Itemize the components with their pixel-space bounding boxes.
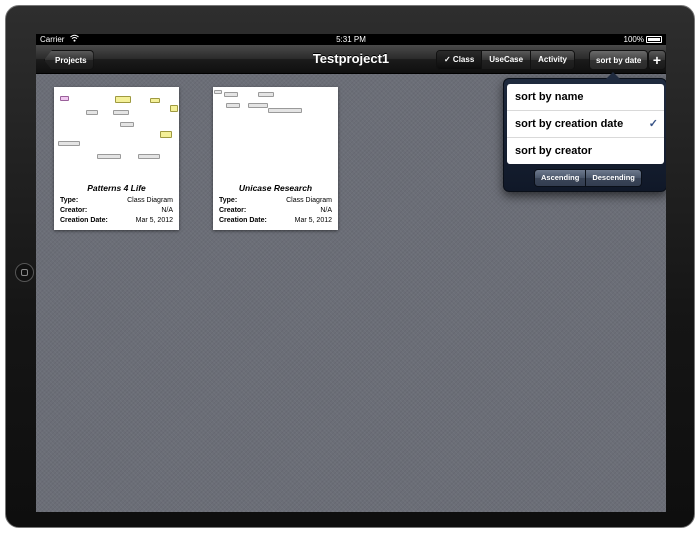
- ipad-frame: Carrier 5:31 PM 100% Projects Testprojec…: [5, 5, 695, 528]
- creator-row: Creator: N/A: [60, 207, 173, 214]
- home-button[interactable]: [15, 263, 34, 282]
- sort-order-control: Ascending Descending: [534, 169, 642, 187]
- filter-class[interactable]: ✓ Class: [437, 51, 483, 69]
- sort-button[interactable]: sort by date: [589, 50, 649, 70]
- descending-button[interactable]: Descending: [586, 170, 641, 186]
- sort-option-creation-date[interactable]: sort by creation date ✓: [507, 111, 664, 138]
- ascending-button[interactable]: Ascending: [535, 170, 587, 186]
- sort-option-name[interactable]: sort by name: [507, 84, 664, 111]
- status-time: 5:31 PM: [336, 35, 366, 44]
- creator-row: Creator: N/A: [219, 207, 332, 214]
- sort-popover: sort by name sort by creation date ✓ sor…: [503, 72, 666, 192]
- battery-icon: [646, 36, 662, 43]
- diagram-thumbnail: [213, 87, 338, 179]
- popover-arrow: [606, 72, 620, 79]
- filter-usecase[interactable]: UseCase: [482, 51, 532, 69]
- creation-date-row: Creation Date: Mar 5, 2012: [60, 217, 173, 224]
- project-name: Patterns 4 Life: [87, 183, 146, 193]
- add-project-button[interactable]: +: [648, 50, 666, 70]
- sort-option-creator[interactable]: sort by creator: [507, 138, 664, 164]
- checkmark-icon: ✓: [648, 118, 658, 130]
- diagram-type-filter: ✓ Class UseCase Activity: [436, 50, 575, 70]
- diagram-thumbnail: [54, 87, 179, 179]
- navigation-bar: Projects Testproject1 ✓ Class UseCase Ac…: [36, 45, 666, 74]
- type-row: Type: Class Diagram: [60, 197, 173, 204]
- status-bar: Carrier 5:31 PM 100%: [36, 34, 666, 45]
- project-card-unicase-research[interactable]: Unicase Research Type: Class Diagram Cre…: [213, 87, 338, 230]
- screen: Carrier 5:31 PM 100% Projects Testprojec…: [36, 34, 666, 512]
- project-card-patterns-4-life[interactable]: Patterns 4 Life Type: Class Diagram Crea…: [54, 87, 179, 230]
- project-name: Unicase Research: [238, 183, 313, 193]
- filter-activity[interactable]: Activity: [531, 51, 574, 69]
- creation-date-row: Creation Date: Mar 5, 2012: [219, 217, 332, 224]
- sort-options-list: sort by name sort by creation date ✓ sor…: [507, 84, 664, 164]
- battery-percent: 100%: [623, 35, 644, 44]
- type-row: Type: Class Diagram: [219, 197, 332, 204]
